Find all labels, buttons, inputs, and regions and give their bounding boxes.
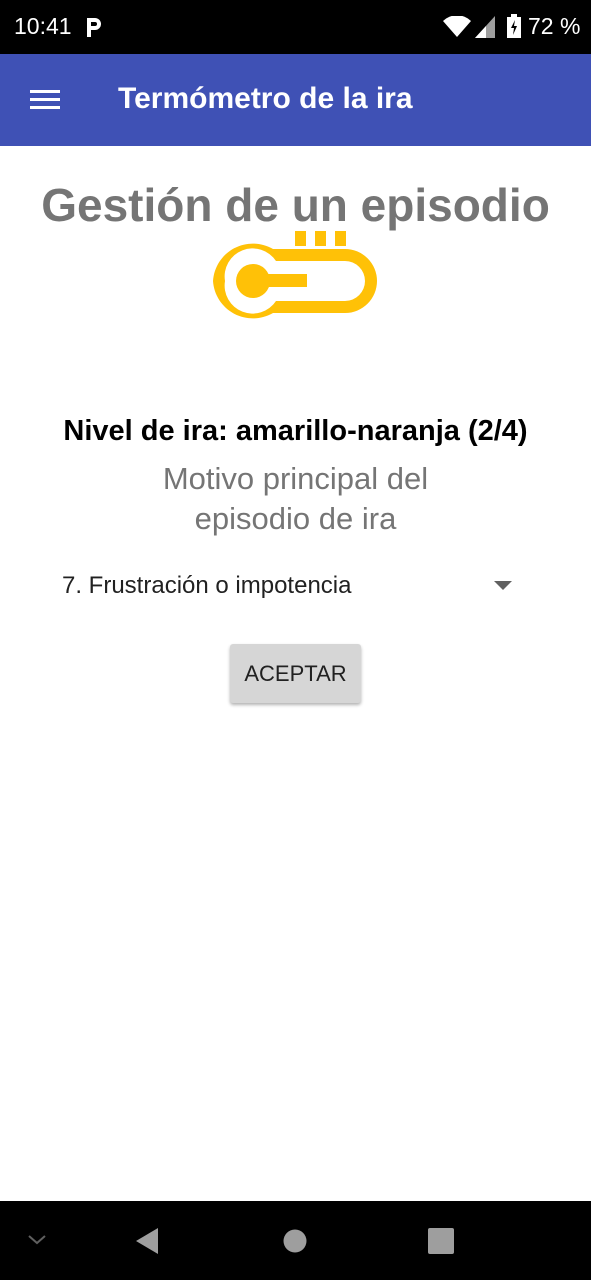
parking-notification-icon <box>87 18 101 37</box>
reason-label-line1: Motivo principal del <box>162 461 429 496</box>
accept-button[interactable]: ACEPTAR <box>230 644 361 703</box>
app-title: Termómetro de la ira <box>118 82 413 115</box>
home-icon[interactable] <box>283 1229 307 1253</box>
screen: 10:41 72 % Termómetro de la ira Gestión … <box>0 0 591 1280</box>
reason-dropdown-value: 7. Frustración o impotencia <box>62 572 352 599</box>
battery-charging-icon <box>507 14 521 38</box>
reason-dropdown[interactable]: 7. Frustración o impotencia <box>48 562 528 610</box>
reason-label: Motivo principal del episodio de ira <box>0 459 591 539</box>
app-bar: Termómetro de la ira <box>0 54 591 146</box>
battery-percent: 72 % <box>528 13 581 39</box>
dropdown-arrow-icon <box>494 581 512 590</box>
recents-icon[interactable] <box>428 1228 454 1254</box>
signal-icon <box>475 16 495 38</box>
hamburger-menu-icon[interactable] <box>28 88 62 112</box>
status-bar: 10:41 72 % <box>0 0 591 54</box>
thermometer-icon <box>213 231 377 319</box>
status-time: 10:41 <box>14 13 72 39</box>
back-icon[interactable] <box>134 1226 160 1256</box>
reason-label-line2: episodio de ira <box>194 501 397 536</box>
hide-keyboard-icon[interactable] <box>26 1232 48 1248</box>
page-title: Gestión de un episodio <box>41 179 550 231</box>
wifi-icon <box>443 16 471 37</box>
anger-level-text: Nivel de ira: amarillo-naranja (2/4) <box>63 415 528 447</box>
navigation-bar <box>0 1201 591 1280</box>
